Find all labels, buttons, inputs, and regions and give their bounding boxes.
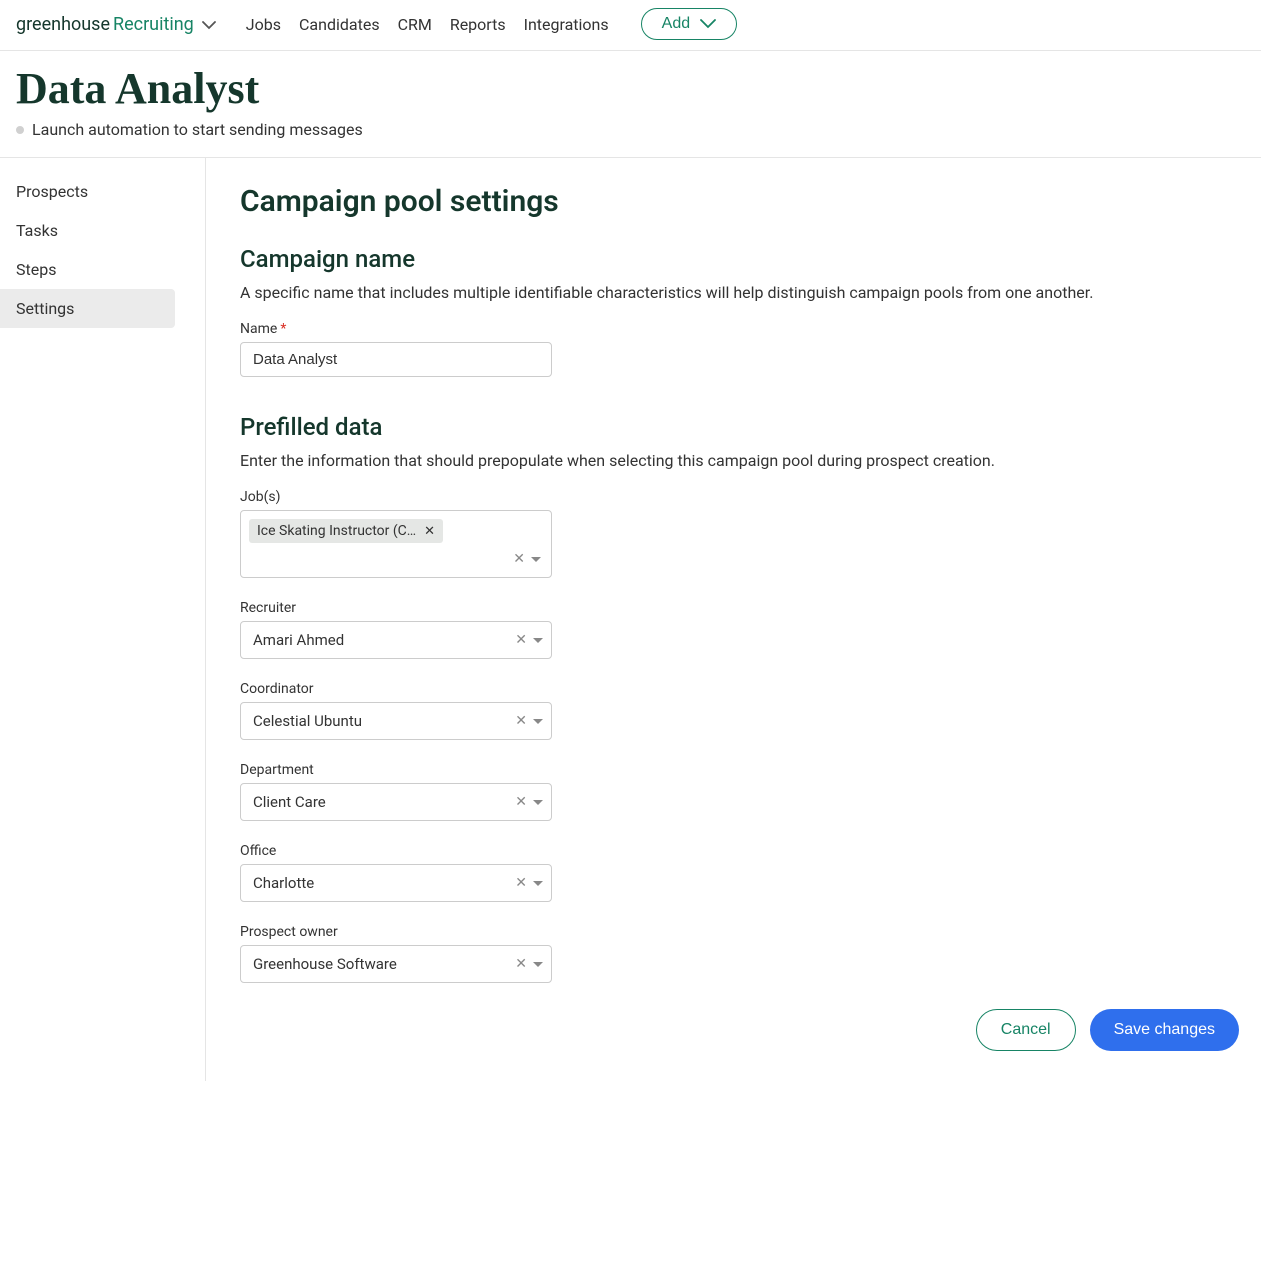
jobs-multiselect[interactable]: Ice Skating Instructor (C… ✕ ✕ <box>240 510 552 578</box>
name-label: Name* <box>240 321 1239 337</box>
chevron-down-icon[interactable] <box>533 719 543 724</box>
section-prefilled-data: Prefilled data Enter the information tha… <box>240 413 1239 983</box>
nav-crm[interactable]: CRM <box>398 15 432 34</box>
page-subtitle-row: Launch automation to start sending messa… <box>16 120 1245 139</box>
layout: Prospects Tasks Steps Settings Campaign … <box>0 158 1261 1081</box>
chevron-down-icon[interactable] <box>533 881 543 886</box>
form-footer: Cancel Save changes <box>240 1009 1239 1051</box>
section-campaign-name: Campaign name A specific name that inclu… <box>240 245 1239 377</box>
nav-integrations[interactable]: Integrations <box>524 15 609 34</box>
prospect-owner-value: Greenhouse Software <box>253 955 515 973</box>
chevron-down-icon[interactable] <box>533 800 543 805</box>
add-button[interactable]: Add <box>641 8 737 40</box>
main-heading: Campaign pool settings <box>240 184 1239 219</box>
department-value: Client Care <box>253 793 515 811</box>
recruiter-value: Amari Ahmed <box>253 631 515 649</box>
recruiter-select[interactable]: Amari Ahmed ✕ <box>240 621 552 659</box>
office-select[interactable]: Charlotte ✕ <box>240 864 552 902</box>
sidebar-item-settings[interactable]: Settings <box>0 289 175 328</box>
clear-icon[interactable]: ✕ <box>513 551 525 567</box>
app-switcher-chevron-icon[interactable] <box>202 21 216 30</box>
field-coordinator: Coordinator Celestial Ubuntu ✕ <box>240 681 1239 740</box>
field-department: Department Client Care ✕ <box>240 762 1239 821</box>
department-select[interactable]: Client Care ✕ <box>240 783 552 821</box>
save-button[interactable]: Save changes <box>1090 1009 1239 1051</box>
prefilled-heading: Prefilled data <box>240 413 1239 441</box>
add-button-label: Add <box>662 15 690 33</box>
status-dot-icon <box>16 126 24 134</box>
chevron-down-icon <box>700 19 716 29</box>
logo-text-1: greenhouse <box>16 14 110 35</box>
prospect-owner-select[interactable]: Greenhouse Software ✕ <box>240 945 552 983</box>
sidebar-item-prospects[interactable]: Prospects <box>0 172 205 211</box>
department-label: Department <box>240 762 1239 778</box>
page-subtitle: Launch automation to start sending messa… <box>32 120 363 139</box>
clear-icon[interactable]: ✕ <box>515 956 527 972</box>
clear-icon[interactable]: ✕ <box>515 875 527 891</box>
sidebar: Prospects Tasks Steps Settings <box>0 158 206 1081</box>
chevron-down-icon[interactable] <box>533 962 543 967</box>
campaign-name-desc: A specific name that includes multiple i… <box>240 281 1239 305</box>
close-icon[interactable]: ✕ <box>424 524 435 539</box>
page-title: Data Analyst <box>16 63 1245 114</box>
coordinator-label: Coordinator <box>240 681 1239 697</box>
field-prospect-owner: Prospect owner Greenhouse Software ✕ <box>240 924 1239 983</box>
clear-icon[interactable]: ✕ <box>515 713 527 729</box>
field-office: Office Charlotte ✕ <box>240 843 1239 902</box>
jobs-controls: ✕ <box>513 551 541 567</box>
required-star-icon: * <box>280 321 286 337</box>
job-chip-text: Ice Skating Instructor (C… <box>257 523 416 539</box>
office-label: Office <box>240 843 1239 859</box>
chevron-down-icon[interactable] <box>531 557 541 562</box>
prefilled-desc: Enter the information that should prepop… <box>240 449 1239 473</box>
top-nav: greenhouse Recruiting Jobs Candidates CR… <box>0 0 1261 51</box>
nav-jobs[interactable]: Jobs <box>246 15 281 34</box>
sidebar-item-steps[interactable]: Steps <box>0 250 205 289</box>
name-input[interactable] <box>240 342 552 377</box>
prospect-owner-label: Prospect owner <box>240 924 1239 940</box>
nav-candidates[interactable]: Candidates <box>299 15 380 34</box>
coordinator-value: Celestial Ubuntu <box>253 712 515 730</box>
jobs-label: Job(s) <box>240 489 1239 505</box>
coordinator-select[interactable]: Celestial Ubuntu ✕ <box>240 702 552 740</box>
job-chip: Ice Skating Instructor (C… ✕ <box>249 519 443 543</box>
page-header: Data Analyst Launch automation to start … <box>0 51 1261 158</box>
sidebar-item-tasks[interactable]: Tasks <box>0 211 205 250</box>
nav-reports[interactable]: Reports <box>450 15 506 34</box>
nav-links: Jobs Candidates CRM Reports Integrations <box>246 15 609 34</box>
field-recruiter: Recruiter Amari Ahmed ✕ <box>240 600 1239 659</box>
recruiter-label: Recruiter <box>240 600 1239 616</box>
field-jobs: Job(s) Ice Skating Instructor (C… ✕ ✕ <box>240 489 1239 578</box>
app-logo[interactable]: greenhouse Recruiting <box>16 14 216 35</box>
clear-icon[interactable]: ✕ <box>515 632 527 648</box>
office-value: Charlotte <box>253 874 515 892</box>
campaign-name-heading: Campaign name <box>240 245 1239 273</box>
chevron-down-icon[interactable] <box>533 638 543 643</box>
name-label-text: Name <box>240 321 277 337</box>
clear-icon[interactable]: ✕ <box>515 794 527 810</box>
main-content: Campaign pool settings Campaign name A s… <box>206 158 1261 1081</box>
cancel-button[interactable]: Cancel <box>976 1009 1076 1051</box>
logo-text-2: Recruiting <box>113 14 194 35</box>
